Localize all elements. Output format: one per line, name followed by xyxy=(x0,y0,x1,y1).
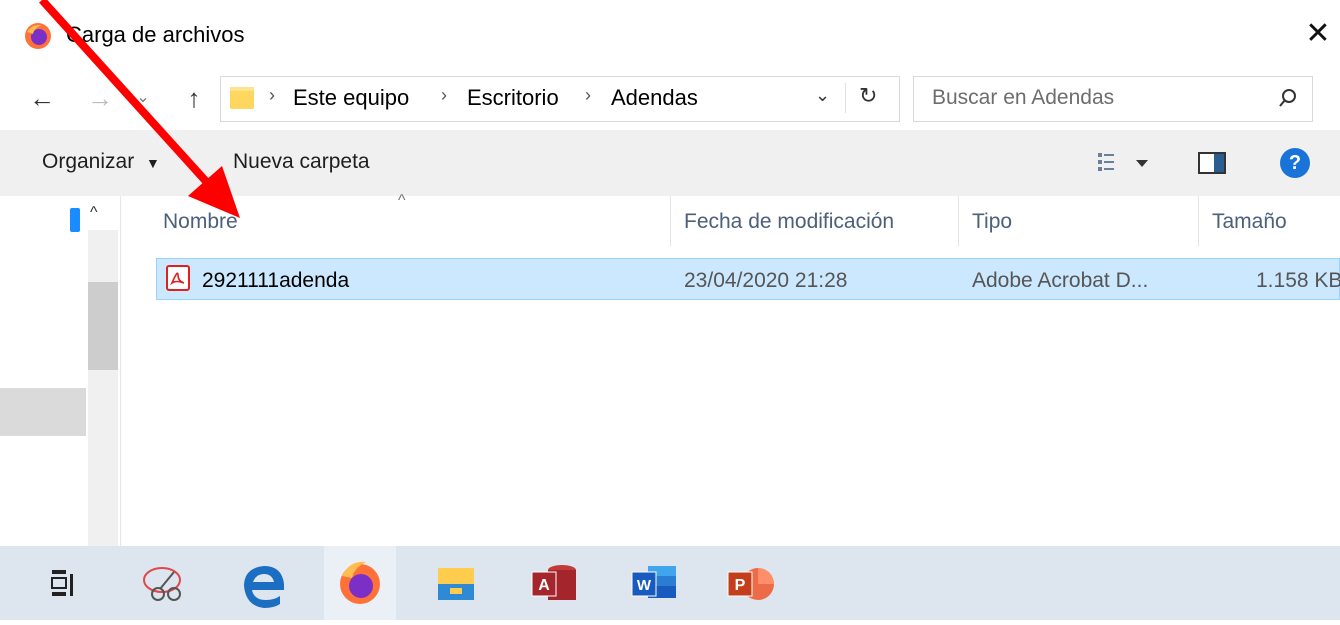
search-icon xyxy=(1276,86,1300,110)
word-button[interactable]: W xyxy=(620,546,692,620)
view-icon xyxy=(1098,153,1148,171)
close-icon: ✕ xyxy=(1305,17,1331,50)
column-divider[interactable] xyxy=(670,196,671,246)
refresh-button[interactable]: ↻ xyxy=(859,83,877,109)
address-divider xyxy=(845,83,846,113)
pane-divider[interactable] xyxy=(120,196,121,546)
file-size: 1.158 KB xyxy=(1256,269,1340,292)
forward-arrow-icon: → xyxy=(87,83,113,113)
address-bar[interactable]: › Este equipo › Escritorio › Adendas ⌄ ↻ xyxy=(220,76,900,122)
column-header-type[interactable]: Tipo xyxy=(972,210,1012,234)
scrollbar-track[interactable] xyxy=(88,230,118,546)
organize-button[interactable]: Organizar ▼ xyxy=(42,150,160,174)
preview-pane-icon xyxy=(1198,152,1226,174)
file-explorer-button[interactable] xyxy=(420,546,492,620)
column-header-name[interactable]: Nombre xyxy=(163,210,238,234)
file-explorer-icon xyxy=(438,568,474,600)
edge-button[interactable] xyxy=(228,546,300,620)
column-divider[interactable] xyxy=(958,196,959,246)
up-arrow-icon: ↑ xyxy=(187,83,201,113)
pdf-file-icon xyxy=(166,265,190,291)
forward-button[interactable]: → xyxy=(82,78,118,118)
sort-ascending-icon: ^ xyxy=(398,192,406,209)
task-view-icon xyxy=(51,570,73,596)
chevron-down-icon: ⌄ xyxy=(815,85,831,105)
chevron-up-icon: ^ xyxy=(90,204,98,221)
access-button[interactable]: A xyxy=(520,546,592,620)
svg-text:A: A xyxy=(538,577,550,594)
scrollbar-thumb[interactable] xyxy=(88,282,118,370)
breadcrumb-escritorio[interactable]: Escritorio xyxy=(467,85,559,111)
breadcrumb-separator: › xyxy=(441,85,447,105)
recent-locations-button[interactable]: ⌄ xyxy=(130,78,156,118)
svg-text:W: W xyxy=(637,577,652,594)
column-header-modified[interactable]: Fecha de modificación xyxy=(684,210,894,234)
file-name: 2921111adenda xyxy=(202,269,350,292)
scroll-up-button[interactable]: ^ xyxy=(90,204,98,222)
help-icon: ? xyxy=(1288,152,1302,174)
help-button[interactable]: ? xyxy=(1280,148,1310,178)
firefox-taskbar-button[interactable] xyxy=(324,546,396,620)
task-view-button[interactable] xyxy=(24,546,96,620)
search-input[interactable]: Buscar en Adendas xyxy=(913,76,1313,122)
snipping-tool-icon xyxy=(143,567,181,601)
powerpoint-icon: P xyxy=(727,568,774,600)
column-header-size[interactable]: Tamaño xyxy=(1212,210,1287,234)
breadcrumb-separator: › xyxy=(269,85,275,105)
new-folder-button[interactable]: Nueva carpeta xyxy=(233,150,370,174)
snipping-tool-button[interactable] xyxy=(128,546,200,620)
view-options-button[interactable] xyxy=(1096,150,1152,176)
refresh-icon: ↻ xyxy=(859,83,878,108)
address-dropdown[interactable]: ⌄ xyxy=(815,85,830,106)
preview-pane-button[interactable] xyxy=(1198,152,1228,174)
access-icon: A xyxy=(531,565,576,600)
chevron-down-icon: ⌄ xyxy=(136,89,150,106)
up-button[interactable]: ↑ xyxy=(176,78,212,118)
firefox-icon xyxy=(340,561,380,604)
back-arrow-icon: ← xyxy=(29,83,55,113)
navigation-selected-item[interactable] xyxy=(0,388,86,436)
window-title: Carga de archivos xyxy=(66,22,245,47)
firefox-icon xyxy=(24,22,52,50)
organize-label: Organizar xyxy=(42,150,135,173)
back-button[interactable]: ← xyxy=(24,78,60,118)
svg-text:P: P xyxy=(735,577,746,594)
powerpoint-button[interactable]: P xyxy=(716,546,788,620)
file-type: Adobe Acrobat D... xyxy=(972,269,1149,292)
device-icon xyxy=(70,208,80,232)
chevron-down-icon: ▼ xyxy=(146,155,160,171)
breadcrumb-adendas[interactable]: Adendas xyxy=(611,85,698,111)
file-modified: 23/04/2020 21:28 xyxy=(684,269,848,292)
column-divider[interactable] xyxy=(1198,196,1199,246)
breadcrumb-separator: › xyxy=(585,85,591,105)
edge-icon xyxy=(244,566,284,608)
folder-icon xyxy=(229,85,255,111)
word-icon: W xyxy=(631,566,676,598)
close-button[interactable]: ✕ xyxy=(1296,12,1340,56)
search-placeholder: Buscar en Adendas xyxy=(932,86,1115,109)
breadcrumb-este-equipo[interactable]: Este equipo xyxy=(293,85,409,111)
